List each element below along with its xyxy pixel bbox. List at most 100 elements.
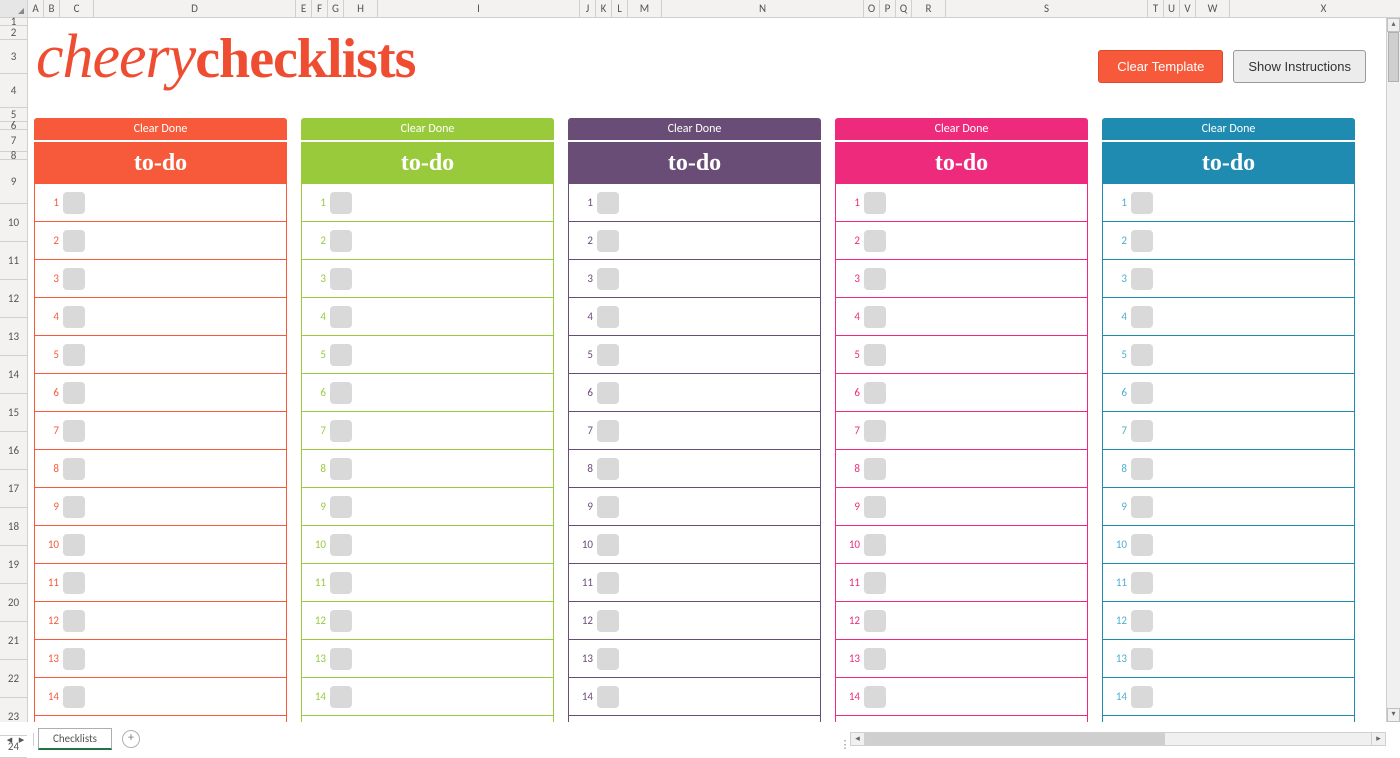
checkbox[interactable] [864, 648, 886, 670]
list-item[interactable]: 14 [302, 678, 553, 716]
list-item[interactable]: 11 [1103, 564, 1354, 602]
list-item[interactable]: 4 [836, 298, 1087, 336]
col-header-X[interactable]: X [1230, 0, 1400, 17]
list-item[interactable]: 8 [35, 450, 286, 488]
checkbox[interactable] [63, 306, 85, 328]
scroll-right-icon[interactable]: ▸ [1371, 733, 1385, 745]
list-item[interactable]: 14 [1103, 678, 1354, 716]
checkbox[interactable] [597, 268, 619, 290]
row-header-13[interactable]: 13 [0, 318, 27, 356]
list-item[interactable]: 8 [836, 450, 1087, 488]
list-item[interactable]: 12 [302, 602, 553, 640]
list-item[interactable]: 2 [1103, 222, 1354, 260]
col-header-D[interactable]: D [94, 0, 296, 17]
checkbox[interactable] [330, 382, 352, 404]
checkbox[interactable] [330, 268, 352, 290]
scroll-left-icon[interactable]: ◂ [851, 733, 865, 745]
list-item[interactable]: 11 [836, 564, 1087, 602]
list-item[interactable]: 5 [302, 336, 553, 374]
row-header-12[interactable]: 12 [0, 280, 27, 318]
list-item[interactable]: 1 [836, 184, 1087, 222]
row-header-16[interactable]: 16 [0, 432, 27, 470]
col-header-N[interactable]: N [662, 0, 864, 17]
sheet-canvas[interactable]: cheerychecklists Clear Template Show Ins… [28, 18, 1386, 722]
list-header[interactable]: to-do [301, 142, 554, 184]
checkbox[interactable] [330, 572, 352, 594]
col-header-P[interactable]: P [880, 0, 896, 17]
checkbox[interactable] [63, 268, 85, 290]
checkbox[interactable] [597, 496, 619, 518]
checkbox[interactable] [864, 686, 886, 708]
list-item[interactable]: 6 [569, 374, 820, 412]
list-header[interactable]: to-do [568, 142, 821, 184]
list-item[interactable]: 6 [836, 374, 1087, 412]
horizontal-scrollbar[interactable]: ◂ ▸ [850, 732, 1386, 746]
checkbox[interactable] [63, 610, 85, 632]
checkbox[interactable] [864, 534, 886, 556]
list-item[interactable]: 13 [569, 640, 820, 678]
col-header-T[interactable]: T [1148, 0, 1164, 17]
checkbox[interactable] [1131, 344, 1153, 366]
list-item[interactable]: 11 [35, 564, 286, 602]
row-header-11[interactable]: 11 [0, 242, 27, 280]
checkbox[interactable] [597, 192, 619, 214]
checkbox[interactable] [63, 192, 85, 214]
checkbox[interactable] [1131, 268, 1153, 290]
row-header-22[interactable]: 22 [0, 660, 27, 698]
checkbox[interactable] [1131, 496, 1153, 518]
checkbox[interactable] [330, 458, 352, 480]
checkbox[interactable] [63, 534, 85, 556]
list-item[interactable]: 2 [836, 222, 1087, 260]
list-item[interactable]: 12 [35, 602, 286, 640]
list-item[interactable]: 5 [836, 336, 1087, 374]
checkbox[interactable] [864, 306, 886, 328]
list-item[interactable]: 5 [569, 336, 820, 374]
checkbox[interactable] [864, 230, 886, 252]
list-item[interactable]: 7 [1103, 412, 1354, 450]
scroll-up-icon[interactable]: ▴ [1387, 18, 1400, 32]
clear-template-button[interactable]: Clear Template [1098, 50, 1223, 83]
col-header-O[interactable]: O [864, 0, 880, 17]
list-item[interactable]: 1 [35, 184, 286, 222]
sheet-tab-checklists[interactable]: Checklists [38, 728, 112, 750]
list-item[interactable]: 13 [35, 640, 286, 678]
checkbox[interactable] [597, 610, 619, 632]
checkbox[interactable] [1131, 610, 1153, 632]
list-item[interactable]: 3 [35, 260, 286, 298]
list-item[interactable]: 10 [1103, 526, 1354, 564]
checkbox[interactable] [1131, 230, 1153, 252]
list-item[interactable]: 4 [1103, 298, 1354, 336]
checkbox[interactable] [330, 496, 352, 518]
col-header-E[interactable]: E [296, 0, 312, 17]
list-item[interactable]: 8 [302, 450, 553, 488]
checkbox[interactable] [330, 230, 352, 252]
checkbox[interactable] [864, 344, 886, 366]
row-header-ruler[interactable]: 123456789101112131415161718192021222324 [0, 18, 28, 722]
list-item[interactable]: 8 [1103, 450, 1354, 488]
checkbox[interactable] [864, 610, 886, 632]
row-header-8[interactable]: 8 [0, 152, 27, 160]
checkbox[interactable] [63, 686, 85, 708]
row-header-21[interactable]: 21 [0, 622, 27, 660]
list-item[interactable]: 14 [35, 678, 286, 716]
row-header-10[interactable]: 10 [0, 204, 27, 242]
list-item[interactable]: 13 [302, 640, 553, 678]
checkbox[interactable] [597, 420, 619, 442]
list-item[interactable]: 12 [569, 602, 820, 640]
list-item[interactable]: 10 [302, 526, 553, 564]
checkbox[interactable] [1131, 382, 1153, 404]
list-item[interactable]: 14 [569, 678, 820, 716]
checkbox[interactable] [63, 572, 85, 594]
checkbox[interactable] [63, 382, 85, 404]
list-item[interactable]: 9 [302, 488, 553, 526]
list-item[interactable]: 10 [836, 526, 1087, 564]
checkbox[interactable] [597, 458, 619, 480]
checkbox[interactable] [597, 534, 619, 556]
list-item[interactable]: 4 [302, 298, 553, 336]
list-item[interactable]: 7 [836, 412, 1087, 450]
col-header-H[interactable]: H [344, 0, 378, 17]
list-header[interactable]: to-do [835, 142, 1088, 184]
list-item[interactable]: 8 [569, 450, 820, 488]
checkbox[interactable] [597, 382, 619, 404]
row-header-2[interactable]: 2 [0, 26, 27, 40]
